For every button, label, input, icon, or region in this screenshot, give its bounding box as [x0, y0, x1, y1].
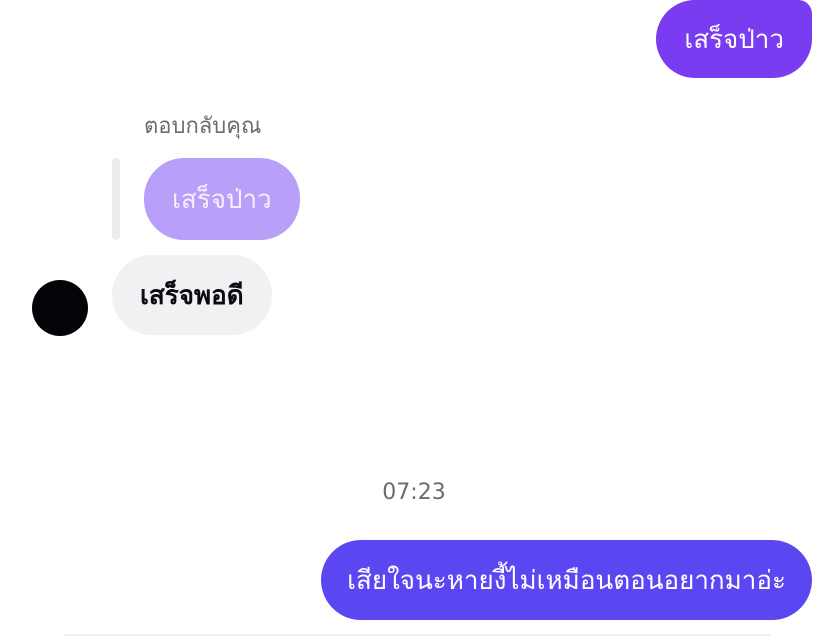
incoming-message-bubble[interactable]: เสร็จพอดี	[112, 255, 272, 335]
outgoing-message-bubble[interactable]: เสร็จป่าว	[656, 0, 812, 78]
reply-label: ตอบกลับคุณ	[144, 114, 262, 139]
outgoing-message-bubble[interactable]: เสียใจนะหายงี้ไม่เหมือนตอนอยากมาอ่ะ	[321, 540, 812, 620]
reply-indicator-line	[112, 158, 120, 240]
avatar[interactable]	[32, 280, 88, 336]
message-timestamp: 07:23	[382, 480, 446, 505]
replied-message-bubble[interactable]: เสร็จป่าว	[144, 158, 300, 240]
